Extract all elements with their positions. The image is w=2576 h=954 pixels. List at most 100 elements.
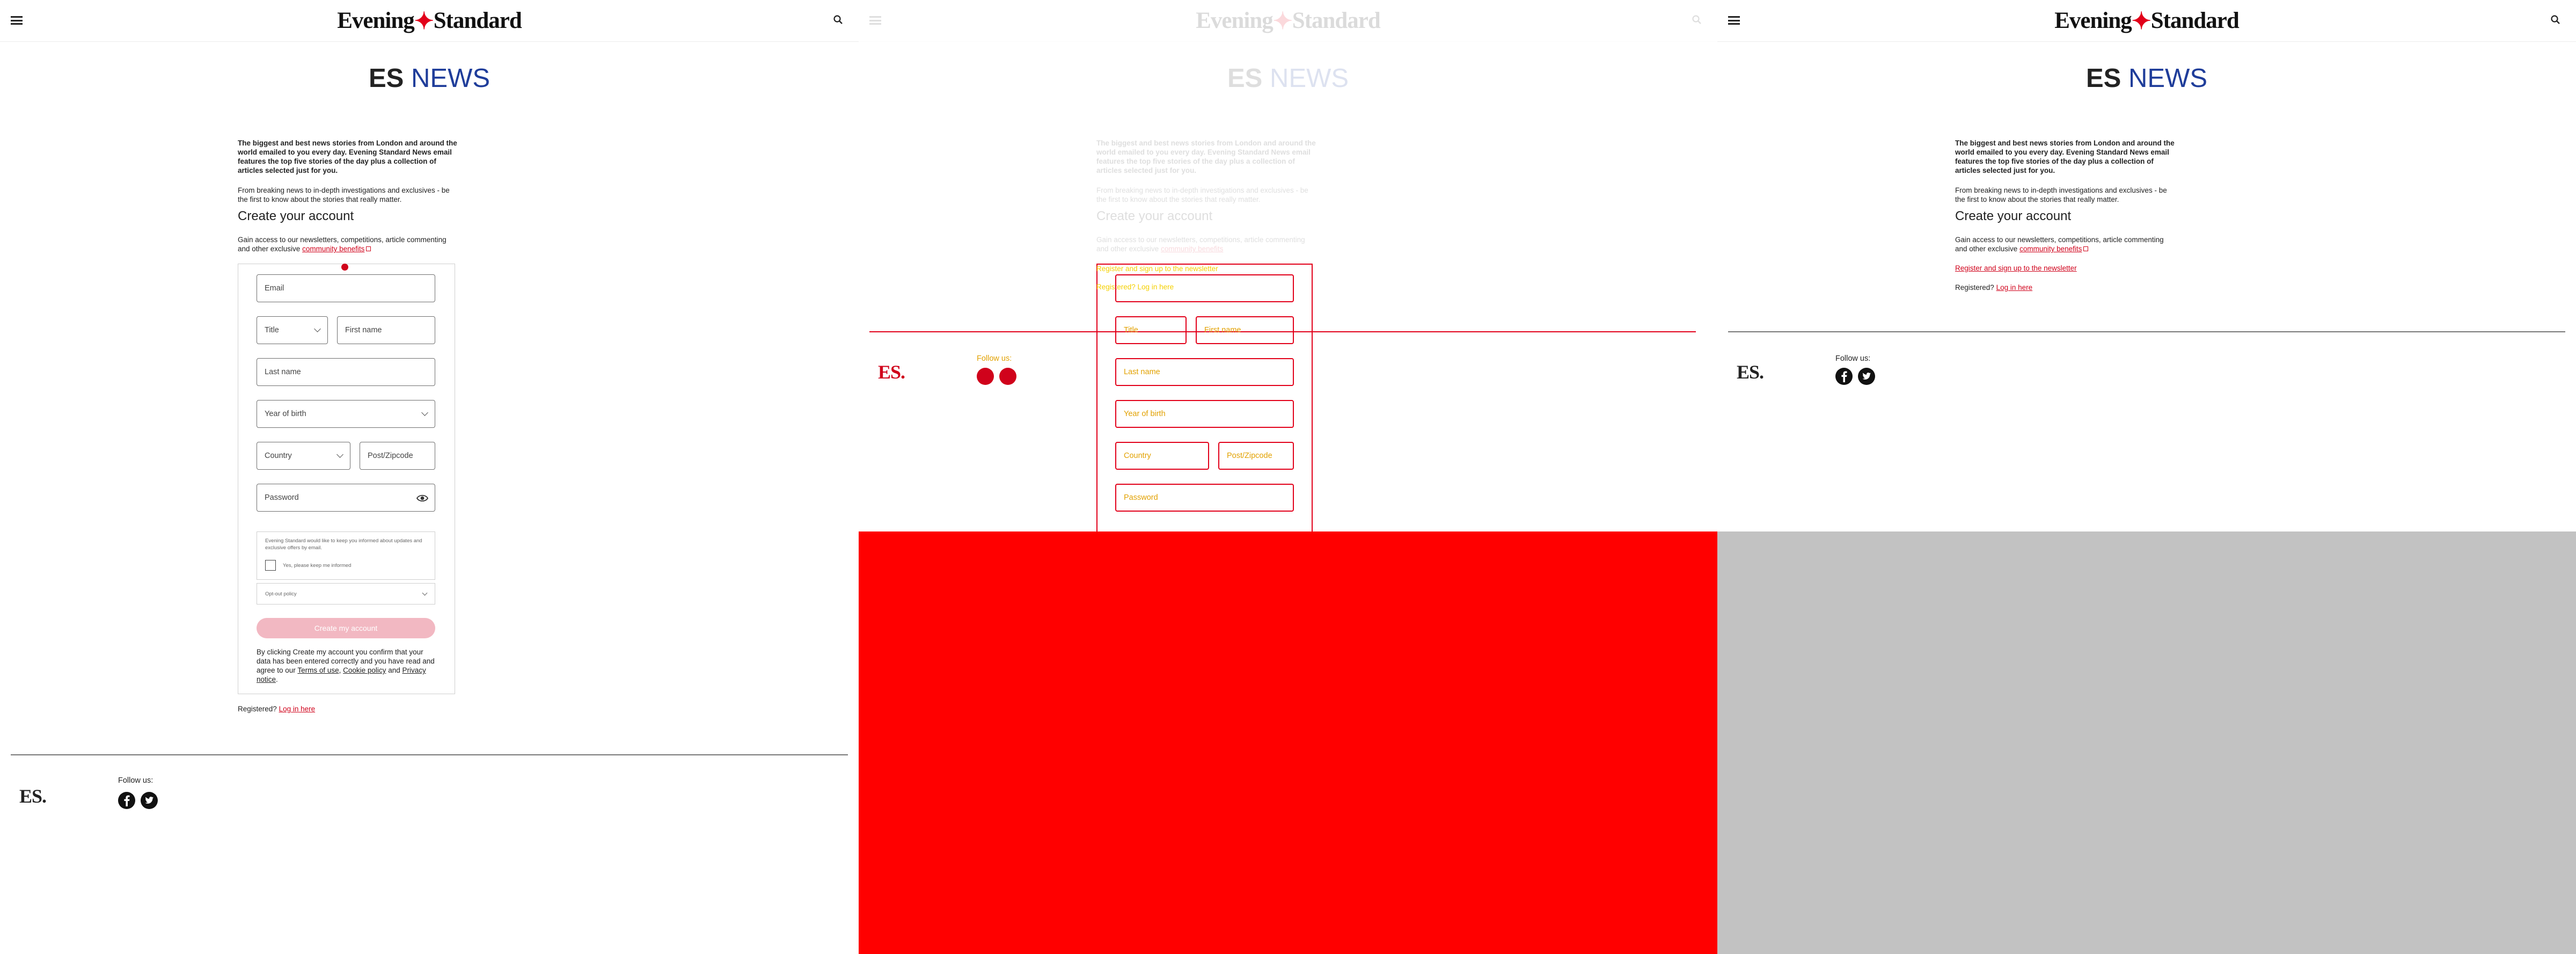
postcode-field-overlay[interactable]: Post/Zipcode [1218,442,1294,470]
country-label: Country [1124,451,1151,460]
country-select-overlay[interactable]: Country [1115,442,1209,470]
follow-us-label: Follow us: [977,354,1012,363]
chevron-down-icon [336,451,343,458]
search-icon[interactable] [833,14,844,25]
opt-out-dropdown[interactable]: Opt-out policy [257,583,435,605]
registered-line: Registered? Log in here [238,705,315,713]
chevron-down-icon [422,590,428,596]
consent-text: Evening Standard would like to keep you … [265,538,422,551]
site-logo[interactable]: Evening✦Standard [1717,8,2576,35]
gray-block [1717,531,2576,954]
footer-divider [11,754,848,755]
postcode-placeholder: Post/Zipcode [1227,451,1272,460]
external-link-icon [2083,246,2089,251]
intro-text: From breaking news to in-depth investiga… [1955,186,2167,203]
terms-of-use-link[interactable]: Terms of use [297,666,339,674]
last-name-field-overlay[interactable]: Last name [1115,358,1294,386]
postcode-field[interactable]: Post/Zipcode [360,442,435,470]
site-header: Evening✦Standard [1717,0,2576,42]
footer-logo[interactable]: ES. [19,785,47,807]
password-field-overlay[interactable]: Password [1115,484,1294,512]
consent-checkbox[interactable] [265,560,276,571]
logo-standard: Standard [2150,8,2240,33]
last-name-placeholder: Last name [265,368,301,376]
year-of-birth-overlay[interactable]: Year of birth [1115,400,1294,428]
registered-text: Registered? [238,705,277,713]
login-link[interactable]: Log in here [1996,283,2033,292]
community-benefits-link[interactable]: community benefits [2019,245,2082,253]
year-of-birth-label: Year of birth [265,410,306,418]
panel-register-link: Evening✦Standard ES NEWS The biggest and… [1717,0,2576,954]
eye-icon[interactable] [416,492,428,504]
consent-checkbox-label: Yes, please keep me informed [283,563,352,569]
create-account-heading: Create your account [238,209,354,223]
cookie-policy-link[interactable]: Cookie policy [343,666,386,674]
registered-text: Registered? [1955,283,1994,292]
registered-line: Registered? Log in here [1955,283,2032,292]
terms-and: and [388,666,400,674]
year-of-birth-select[interactable]: Year of birth [257,400,435,428]
site-logo[interactable]: Evening✦Standard [0,8,859,35]
footer-logo[interactable]: ES. [1737,361,1764,383]
logo-evening: Evening [337,8,415,33]
title-es: ES [2086,64,2121,93]
form-outline-left [1096,264,1097,531]
title-select[interactable]: Title [257,316,328,344]
facebook-icon[interactable] [977,368,994,385]
terms-text: By clicking Create my account you confir… [257,648,435,683]
title-news: NEWS [411,64,490,93]
register-newsletter-link[interactable]: Register and sign up to the newsletter [1955,264,2077,272]
first-name-placeholder: First name [1204,326,1241,334]
password-field[interactable]: Password [257,484,435,512]
logo-mark: ✦ [414,8,434,34]
login-link[interactable]: Log in here [279,705,316,713]
first-name-field[interactable]: First name [337,316,435,344]
password-placeholder: Password [265,493,299,502]
title-select-overlay[interactable]: Title [1115,316,1187,344]
email-field[interactable]: Email [257,274,435,302]
logo-mark: ✦ [2131,8,2151,34]
last-name-placeholder: Last name [1124,368,1160,376]
follow-us-label: Follow us: [118,776,153,785]
year-of-birth-label: Year of birth [1124,410,1166,418]
password-placeholder: Password [1124,493,1158,502]
chevron-down-icon [421,409,428,416]
logo-evening: Evening [2054,8,2132,33]
footer-divider [1728,331,2565,332]
highlight-block [859,531,1717,954]
facebook-icon[interactable] [118,792,135,809]
logo-standard: Standard [433,8,522,33]
twitter-icon[interactable] [1858,368,1875,385]
form-outline-right [1312,264,1313,531]
title-label: Title [1124,326,1138,334]
twitter-icon[interactable] [141,792,158,809]
first-name-field-overlay[interactable]: First name [1196,316,1294,344]
follow-us-label: Follow us: [1835,354,1871,363]
create-account-button[interactable]: Create my account [257,618,435,638]
footer-logo[interactable]: ES. [878,361,905,383]
first-name-placeholder: First name [345,326,382,334]
intro-bold-text: The biggest and best news stories from L… [1955,139,2175,174]
form-indicator-dot [341,264,348,271]
opt-out-label: Opt-out policy [265,591,297,597]
intro-bold-text: The biggest and best news stories from L… [238,139,457,174]
country-label: Country [265,451,292,460]
community-benefits-link[interactable]: community benefits [302,245,364,253]
page-title: ES NEWS [0,63,859,93]
panel-overlay: Evening✦Standard ES NEWS The biggest and… [859,0,1717,954]
country-select[interactable]: Country [257,442,350,470]
search-icon[interactable] [2550,14,2561,25]
facebook-icon[interactable] [1835,368,1853,385]
consent-box: Evening Standard would like to keep you … [257,531,435,580]
create-account-heading: Create your account [1955,209,2072,223]
email-field-overlay[interactable] [1115,274,1294,302]
last-name-field[interactable]: Last name [257,358,435,386]
twitter-icon[interactable] [999,368,1016,385]
postcode-placeholder: Post/Zipcode [368,451,413,460]
title-es: ES [369,64,404,93]
panel-signup-form: Evening✦Standard ES NEWS The biggest and… [0,0,859,954]
email-placeholder: Email [265,284,284,293]
title-news: NEWS [2128,64,2207,93]
site-header: Evening✦Standard [0,0,859,42]
external-link-icon [366,246,371,251]
